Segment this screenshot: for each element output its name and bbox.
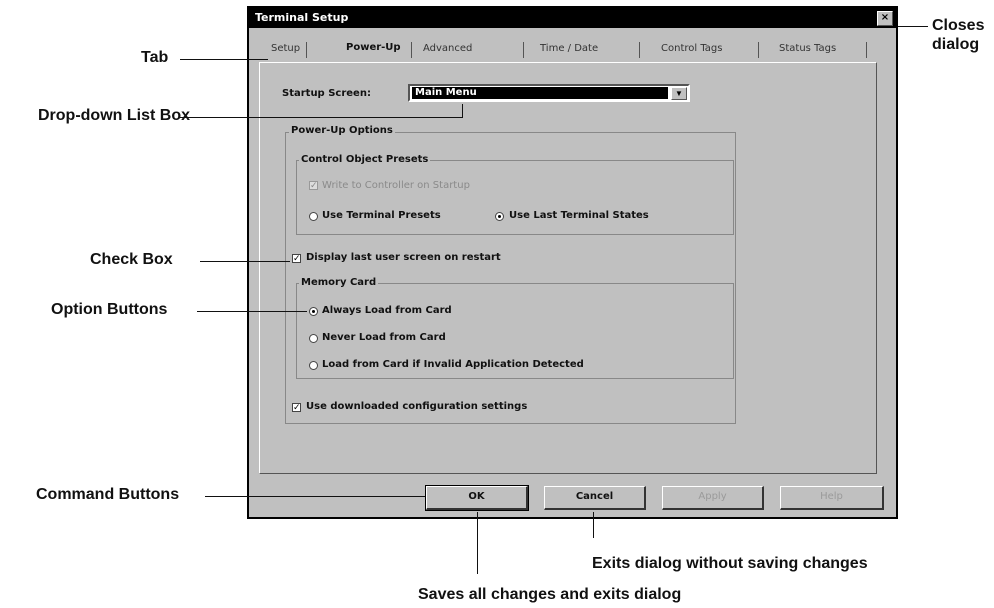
saves-annotation: Saves all changes and exits dialog — [418, 586, 682, 603]
write-to-controller-label: Write to Controller on Startup — [322, 180, 470, 191]
option-buttons-annotation-line — [197, 311, 307, 312]
option-buttons-annotation: Option Buttons — [51, 301, 168, 318]
close-button[interactable]: × — [877, 11, 893, 26]
tab-time-date[interactable]: Time / Date — [540, 43, 598, 54]
help-button: Help — [780, 486, 884, 510]
dropdown-annotation-line — [179, 117, 462, 118]
use-terminal-presets-radio[interactable] — [309, 212, 318, 221]
startup-screen-label: Startup Screen: — [282, 88, 371, 99]
tab-divider — [758, 42, 759, 58]
use-last-terminal-states-label: Use Last Terminal States — [509, 210, 649, 221]
tab-setup[interactable]: Setup — [271, 43, 300, 54]
control-object-presets-group — [296, 160, 734, 235]
closes-dialog-annotation: dialog — [932, 36, 980, 53]
load-if-invalid-radio[interactable] — [309, 361, 318, 370]
tab-advanced[interactable]: Advanced — [423, 43, 472, 54]
title-bar: Terminal Setup × — [249, 8, 896, 28]
command-buttons-annotation: Command Buttons — [36, 486, 180, 503]
tab-divider — [639, 42, 640, 58]
tab-divider — [306, 42, 307, 58]
display-last-screen-label: Display last user screen on restart — [306, 252, 501, 263]
load-if-invalid-label: Load from Card if Invalid Application De… — [322, 359, 584, 370]
use-downloaded-checkbox[interactable]: ✓ — [292, 403, 301, 413]
cancel-annotation-line — [593, 512, 594, 538]
checkbox-annotation: Check Box — [90, 251, 173, 268]
closes-annotation: Closes — [932, 17, 985, 34]
chevron-down-icon[interactable]: ▼ — [671, 87, 687, 100]
closes-annotation-line — [898, 26, 928, 27]
never-load-label: Never Load from Card — [322, 332, 446, 343]
tab-status-tags[interactable]: Status Tags — [779, 43, 836, 54]
ok-annotation-line — [477, 512, 478, 574]
always-load-radio[interactable] — [309, 307, 318, 316]
tab-divider — [411, 42, 412, 58]
dropdown-annotation-tick — [462, 104, 463, 118]
dropdown-annotation: Drop-down List Box — [38, 107, 190, 124]
command-buttons-annotation-line — [205, 496, 425, 497]
always-load-label: Always Load from Card — [322, 305, 452, 316]
tab-control-tags[interactable]: Control Tags — [661, 43, 722, 54]
use-last-terminal-states-radio[interactable] — [495, 212, 504, 221]
checkbox-annotation-line — [200, 261, 290, 262]
dialog-title: Terminal Setup — [255, 11, 349, 24]
startup-screen-value: Main Menu — [412, 87, 668, 99]
power-up-options-label: Power-Up Options — [289, 125, 395, 136]
apply-button: Apply — [662, 486, 764, 510]
write-to-controller-checkbox: ✓ — [309, 181, 318, 191]
cancel-button[interactable]: Cancel — [544, 486, 646, 510]
close-icon: × — [880, 12, 890, 23]
tab-power-up[interactable]: Power-Up — [346, 42, 401, 53]
memory-card-label: Memory Card — [299, 277, 379, 288]
ok-button[interactable]: OK — [425, 485, 529, 511]
control-object-presets-label: Control Object Presets — [299, 154, 431, 165]
startup-screen-dropdown[interactable]: Main Menu ▼ — [408, 84, 690, 102]
tab-divider — [866, 42, 867, 58]
exits-annotation: Exits dialog without saving changes — [592, 555, 868, 572]
use-downloaded-label: Use downloaded configuration settings — [306, 401, 528, 412]
tab-annotation-line — [180, 59, 268, 60]
tab-annotation: Tab — [141, 49, 169, 66]
use-terminal-presets-label: Use Terminal Presets — [322, 210, 441, 221]
tab-divider — [523, 42, 524, 58]
display-last-screen-checkbox[interactable]: ✓ — [292, 254, 301, 264]
never-load-radio[interactable] — [309, 334, 318, 343]
